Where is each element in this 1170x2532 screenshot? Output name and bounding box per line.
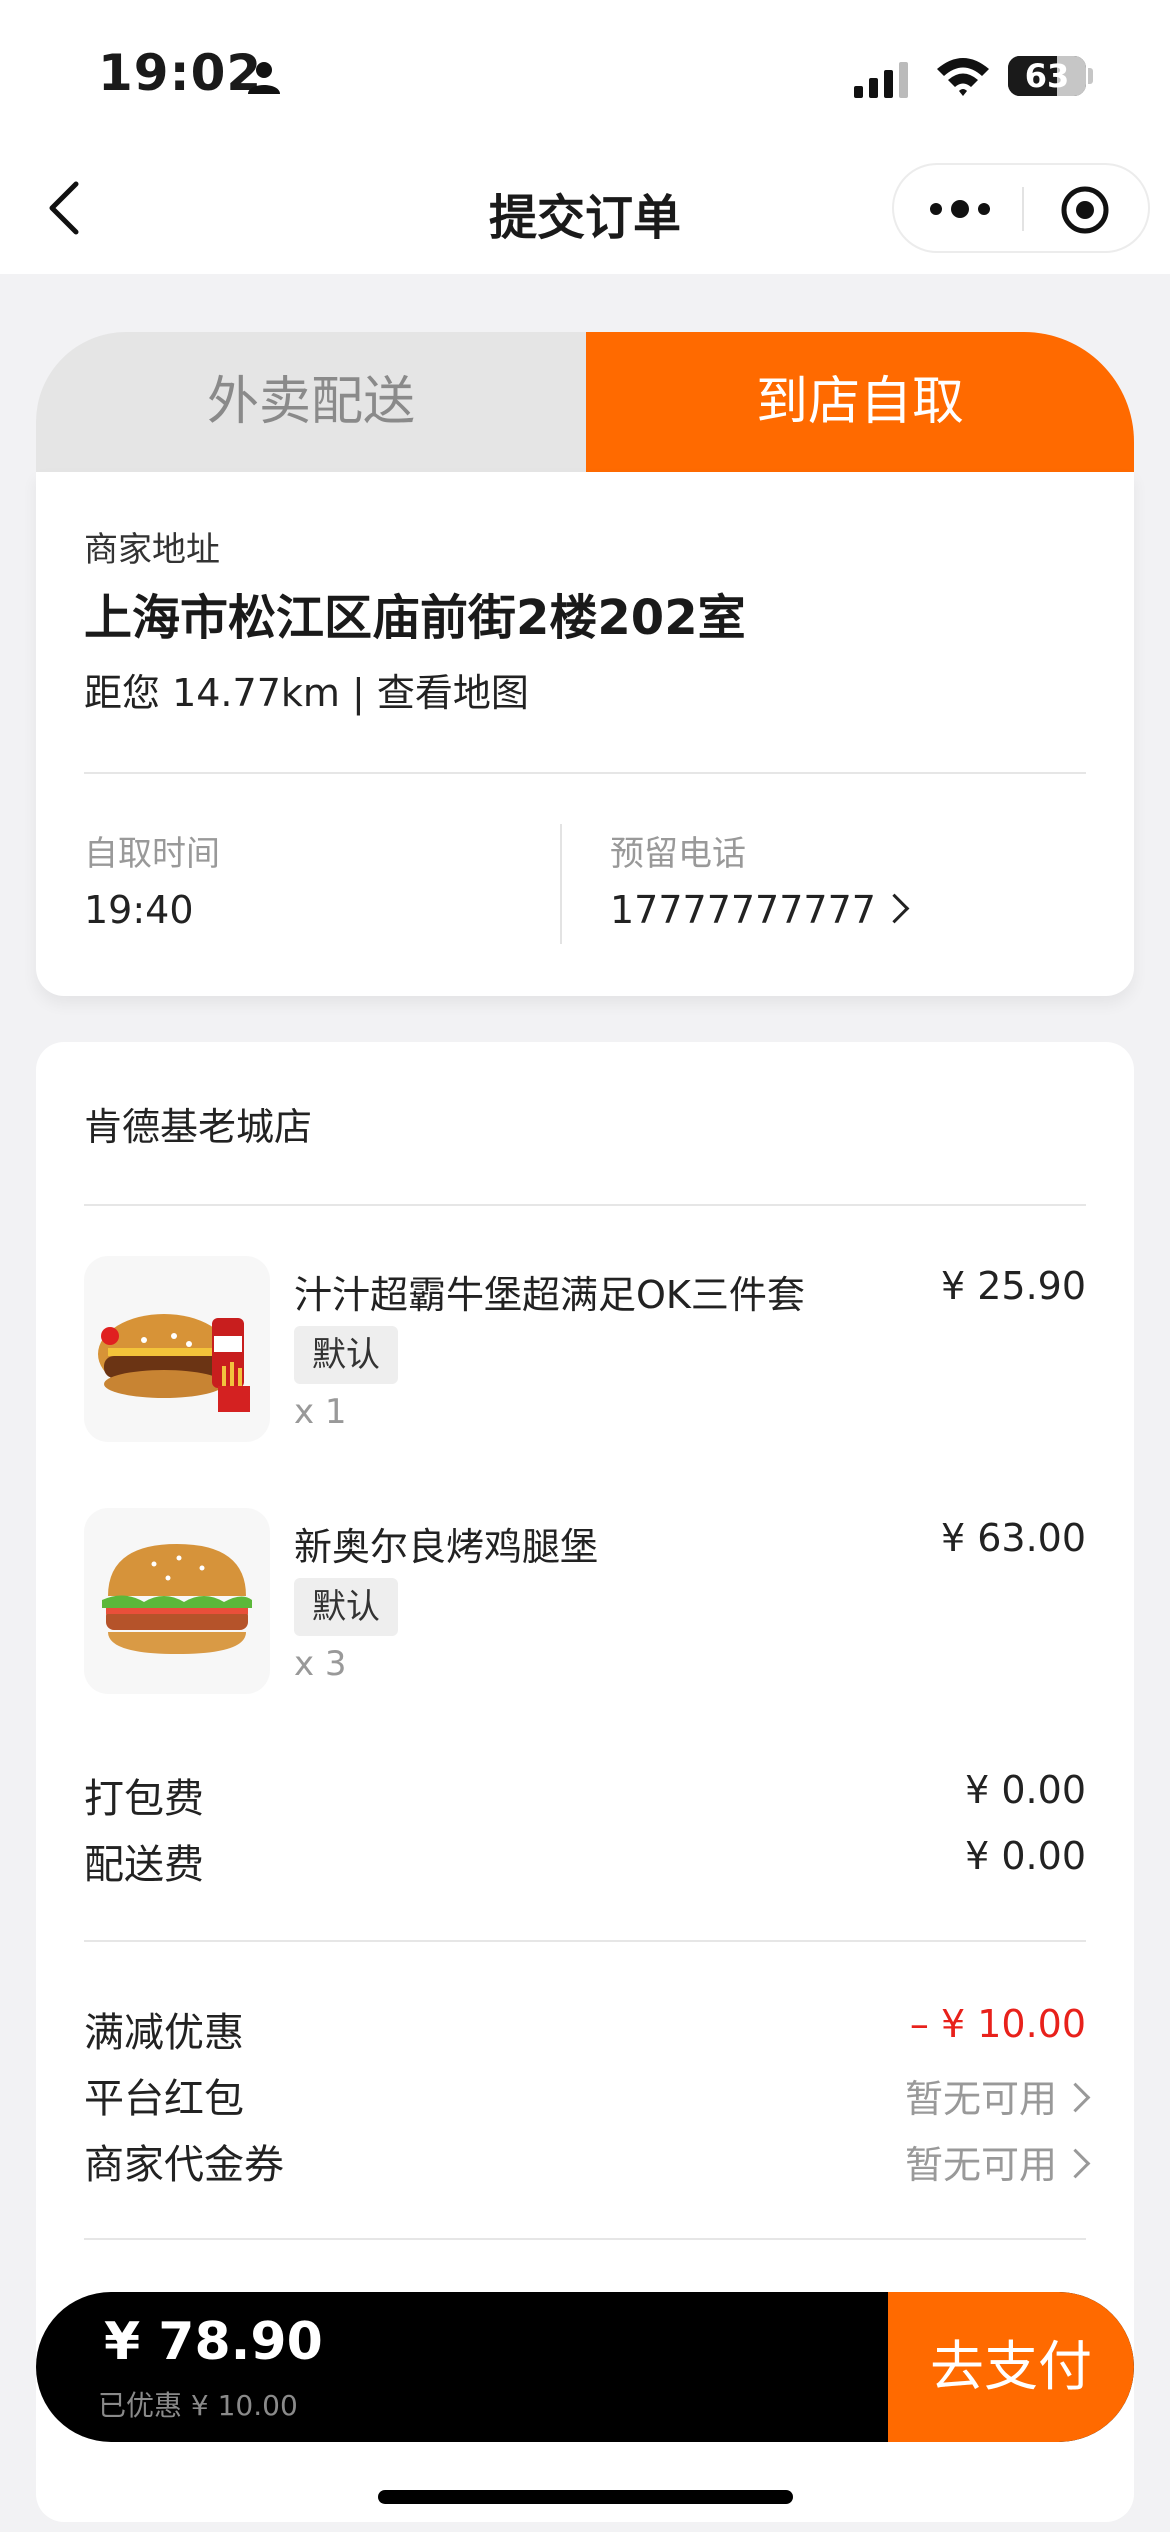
platform-redpacket-label: 平台红包 <box>84 2076 244 2122</box>
merchant-voucher-label: 商家代金券 <box>84 2142 284 2188</box>
full-reduction-value: – ¥ 10.00 <box>909 2002 1086 2046</box>
store-address: 上海市松江区庙前街2楼202室 <box>84 590 746 646</box>
distance-map-link[interactable]: 距您 14.77km | 查看地图 <box>84 662 529 717</box>
home-indicator <box>378 2490 793 2504</box>
cellular-signal-icon <box>854 58 908 98</box>
tab-delivery[interactable]: 外卖配送 <box>36 332 586 472</box>
divider <box>84 772 1086 774</box>
saved-amount: 已优惠 ¥ 10.00 <box>98 2389 298 2422</box>
item-spec-badge: 默认 <box>294 1578 398 1636</box>
item-name: 汁汁超霸牛堡超满足OK三件套 <box>294 1273 805 1317</box>
chevron-right-icon <box>1060 2148 1091 2179</box>
address-label: 商家地址 <box>84 530 220 570</box>
delivery-fee-label: 配送费 <box>84 1842 204 1888</box>
platform-redpacket-value: 暂无可用 <box>904 2077 1057 2121</box>
pickup-time-value[interactable]: 19:40 <box>84 888 194 932</box>
vertical-divider <box>560 824 562 944</box>
total-price: ¥ 78.90 <box>104 2312 323 2372</box>
phone-value: 17777777777 <box>610 888 876 932</box>
chevron-right-icon <box>1060 2082 1091 2113</box>
store-name: 肯德基老城店 <box>84 1105 313 1149</box>
merchant-voucher-selector[interactable]: 暂无可用 <box>904 2134 1091 2189</box>
divider <box>84 1204 1086 1206</box>
mini-program-capsule <box>892 163 1150 253</box>
pickup-time-label: 自取时间 <box>84 834 220 874</box>
delivery-fee-value: ¥ 0.00 <box>965 1834 1086 1878</box>
chevron-right-icon <box>879 893 910 924</box>
pickup-info-card: 商家地址 上海市松江区庙前街2楼202室 距您 14.77km | 查看地图 自… <box>36 472 1134 996</box>
item-price: ¥ 25.90 <box>940 1264 1086 1308</box>
merchant-voucher-value: 暂无可用 <box>904 2143 1057 2187</box>
wifi-icon <box>937 58 989 96</box>
item-quantity: x 1 <box>294 1392 347 1432</box>
item-spec-badge: 默认 <box>294 1326 398 1384</box>
checkout-bar: ¥ 78.90 已优惠 ¥ 10.00 去支付 <box>36 2292 1134 2442</box>
tab-pickup[interactable]: 到店自取 <box>586 332 1134 472</box>
burger-combo-image <box>84 1256 270 1442</box>
status-time: 19:02 <box>98 44 263 102</box>
item-price: ¥ 63.00 <box>940 1516 1086 1560</box>
item-name: 新奥尔良烤鸡腿堡 <box>294 1525 599 1569</box>
divider <box>84 2238 1086 2240</box>
platform-redpacket-selector[interactable]: 暂无可用 <box>904 2068 1091 2123</box>
battery-cap <box>1088 68 1093 84</box>
item-quantity: x 3 <box>294 1644 347 1684</box>
pay-button[interactable]: 去支付 <box>888 2292 1134 2442</box>
phone-label: 预留电话 <box>610 834 746 874</box>
phone-field[interactable]: 17777777777 <box>610 888 910 932</box>
person-icon <box>248 62 280 94</box>
full-reduction-label: 满减优惠 <box>84 2010 244 2056</box>
capsule-divider <box>1022 187 1024 231</box>
chicken-burger-image <box>84 1508 270 1694</box>
battery-level: 63 <box>1024 57 1070 95</box>
delivery-mode-tabs: 外卖配送 到店自取 <box>36 332 1134 472</box>
packing-fee-value: ¥ 0.00 <box>965 1768 1086 1812</box>
more-icon[interactable] <box>928 195 992 223</box>
close-miniprogram-icon[interactable] <box>1060 185 1110 235</box>
divider <box>84 1940 1086 1942</box>
packing-fee-label: 打包费 <box>84 1776 204 1822</box>
battery-icon: 63 <box>1008 56 1086 96</box>
